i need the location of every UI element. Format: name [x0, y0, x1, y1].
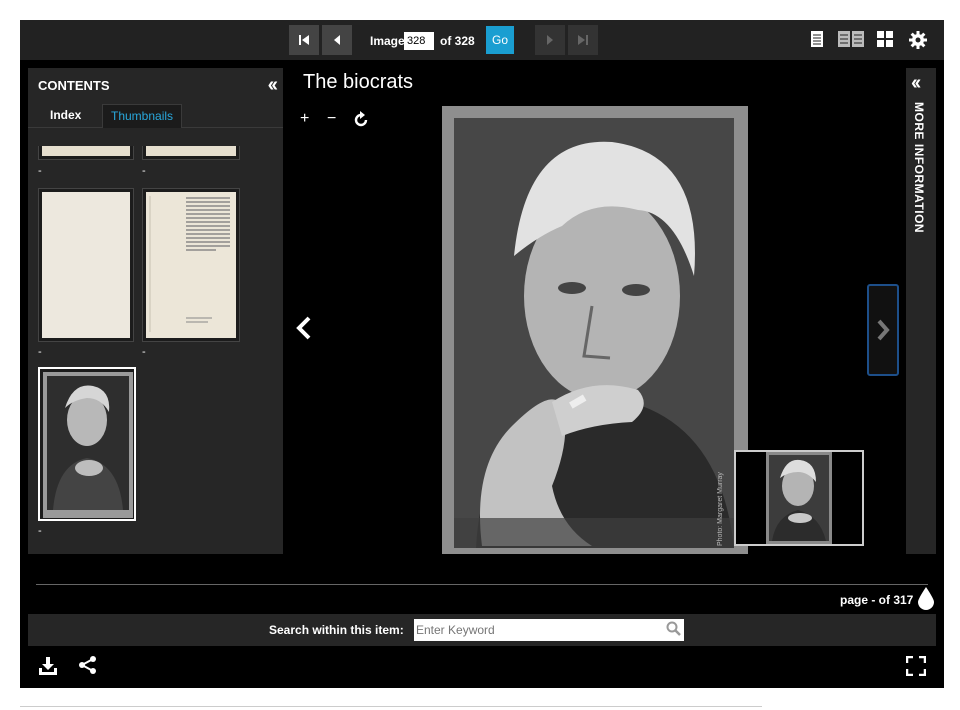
thumbnail[interactable] [38, 188, 134, 342]
image-label: Image [370, 34, 405, 48]
page-slider-track[interactable] [36, 584, 928, 585]
grid-view-icon[interactable] [876, 30, 894, 48]
image-total-label: of 328 [440, 34, 475, 48]
tab-thumbnails[interactable]: Thumbnails [102, 104, 183, 128]
thumbnail[interactable] [38, 146, 134, 160]
thumbnail[interactable] [142, 146, 240, 160]
thumbnail-label: - [142, 346, 146, 358]
text-page-preview [149, 196, 230, 332]
book-back-cover-portrait: Photo: Margaret Murray [442, 106, 748, 554]
page-below-divider [20, 706, 762, 710]
thumbnail-label: - [38, 165, 42, 177]
book-viewer: Image of 328 Go CONTENTS ‹‹ Index [20, 20, 944, 688]
next-icon [547, 35, 553, 45]
expand-info-icon[interactable]: ‹‹ [911, 72, 921, 95]
more-information-panel[interactable]: ‹‹ MORE INFORMATION [906, 68, 936, 554]
contents-panel: CONTENTS ‹‹ Index Thumbnails - - - - - [28, 68, 283, 554]
share-icon[interactable] [78, 655, 98, 675]
page-slider-handle-icon[interactable] [917, 586, 935, 610]
last-page-button[interactable] [568, 25, 598, 55]
fullscreen-icon[interactable] [906, 656, 926, 676]
navigator-minimap[interactable] [734, 450, 864, 546]
search-within-bar: Search within this item: [28, 614, 936, 646]
portrait-thumbnail-image [43, 372, 133, 518]
next-page-button[interactable] [535, 25, 565, 55]
thumbnail-selected[interactable] [38, 367, 136, 521]
two-page-view-icon[interactable] [837, 30, 865, 48]
thumbnail-label: - [38, 525, 42, 537]
zoom-in-button[interactable]: + [300, 110, 309, 128]
download-icon[interactable] [38, 656, 58, 676]
search-icon[interactable] [666, 621, 682, 637]
thumbnail-label: - [142, 165, 146, 177]
last-page-icon [578, 35, 588, 45]
zoom-out-button[interactable]: − [327, 110, 336, 128]
contents-title: CONTENTS [38, 78, 110, 93]
item-title: The biocrats [303, 71, 414, 93]
page-image[interactable]: Photo: Margaret Murray [442, 106, 748, 554]
previous-icon [334, 35, 340, 45]
chevron-right-icon [877, 319, 890, 341]
search-keyword-input[interactable] [414, 619, 684, 641]
settings-gear-icon[interactable] [908, 30, 928, 50]
page-indicator: page - of 317 [840, 593, 914, 607]
go-button[interactable]: Go [486, 26, 514, 54]
rotate-icon[interactable] [352, 111, 370, 129]
thumbnail[interactable] [142, 188, 240, 342]
minimap-preview [736, 452, 862, 544]
next-image-arrow-button[interactable] [867, 284, 899, 376]
previous-image-arrow-icon[interactable] [295, 316, 313, 347]
single-page-view-icon[interactable] [810, 30, 824, 48]
thumbnail-label: - [38, 346, 42, 358]
collapse-contents-icon[interactable]: ‹‹ [268, 74, 278, 97]
search-label: Search within this item: [269, 623, 404, 637]
previous-page-button[interactable] [322, 25, 352, 55]
contents-tabs: Index Thumbnails [28, 104, 283, 128]
svg-text:Photo: Margaret Murray: Photo: Margaret Murray [717, 472, 724, 546]
first-page-button[interactable] [289, 25, 319, 55]
tab-index[interactable]: Index [42, 104, 89, 128]
more-information-label: MORE INFORMATION [912, 102, 926, 234]
top-toolbar: Image of 328 Go [20, 20, 944, 60]
first-page-icon [299, 35, 309, 45]
image-number-input[interactable] [404, 32, 434, 50]
